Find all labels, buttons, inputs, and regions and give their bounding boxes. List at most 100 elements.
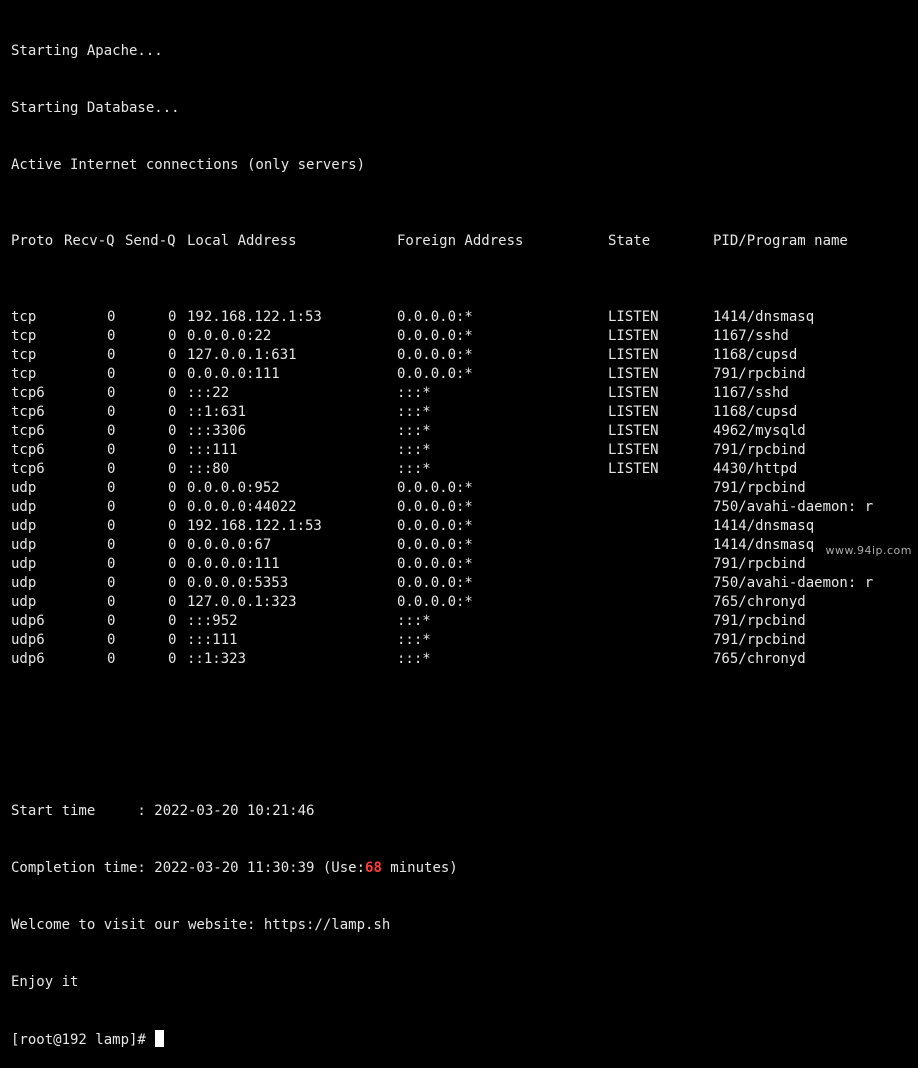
cell-pid-program: 4962/mysqld: [713, 423, 806, 439]
cell-local-address: 0.0.0.0:952: [187, 480, 280, 496]
cell-pid-program: 791/rpcbind: [713, 480, 806, 496]
cell-pid-program: 1414/dnsmasq: [713, 537, 815, 553]
table-row: tcp6 0 0:::3306:::* LISTEN 4962/mysqld: [11, 422, 911, 441]
cell-proto: udp: [11, 556, 37, 572]
cell-send-q: 0: [168, 518, 177, 534]
cell-proto: udp: [11, 499, 37, 515]
cell-local-address: 0.0.0.0:111: [187, 556, 280, 572]
cell-send-q: 0: [168, 328, 177, 344]
cell-foreign-address: :::*: [397, 632, 431, 648]
cell-pid-program: 1167/sshd: [713, 328, 789, 344]
completion-time-line: Completion time: 2022-03-20 11:30:39 (Us…: [11, 859, 911, 878]
table-row: udp 0 0 0.0.0.0:67 0.0.0.0:* 1414/dnsmasq: [11, 536, 911, 555]
cell-foreign-address: :::*: [397, 385, 431, 401]
cell-proto: udp: [11, 594, 37, 610]
cell-recv-q: 0: [107, 575, 116, 591]
cell-local-address: :::3306: [187, 423, 247, 439]
cell-send-q: 0: [168, 385, 177, 401]
cell-local-address: 0.0.0.0:111: [187, 366, 280, 382]
cell-pid-program: 791/rpcbind: [713, 556, 806, 572]
cell-pid-program: 765/chronyd: [713, 594, 806, 610]
cell-send-q: 0: [168, 366, 177, 382]
header-pid-program: PID/Program name: [713, 233, 848, 249]
cell-pid-program: 750/avahi-daemon: r: [713, 575, 874, 591]
cell-proto: tcp: [11, 309, 37, 325]
cell-pid-program: 1167/sshd: [713, 385, 789, 401]
cell-state: LISTEN: [608, 442, 659, 458]
table-row: tcp6 0 0:::111:::* LISTEN 791/rpcbind: [11, 441, 911, 460]
cell-send-q: 0: [168, 404, 177, 420]
header-state: State: [608, 233, 651, 249]
cell-recv-q: 0: [107, 632, 116, 648]
table-row: tcp 0 0 192.168.122.1:53 0.0.0.0:* LISTEN 1414…: [11, 308, 911, 327]
cell-recv-q: 0: [107, 366, 116, 382]
netstat-header-row: Proto Recv-Q Send-Q Local Address Foreig…: [11, 232, 911, 251]
cell-local-address: :::952: [187, 613, 238, 629]
terminal-output[interactable]: Starting Apache... Starting Database... …: [11, 4, 911, 1068]
cell-foreign-address: 0.0.0.0:*: [397, 518, 473, 534]
cell-proto: tcp6: [11, 442, 45, 458]
cell-recv-q: 0: [107, 442, 116, 458]
cell-send-q: 0: [168, 537, 177, 553]
cell-send-q: 0: [168, 423, 177, 439]
table-row: udp6 0 0::1:323:::* 765/chronyd: [11, 650, 911, 669]
cell-local-address: :::111: [187, 442, 238, 458]
cell-recv-q: 0: [107, 518, 116, 534]
cell-recv-q: 0: [107, 328, 116, 344]
cell-send-q: 0: [168, 461, 177, 477]
table-row: udp 0 0 0.0.0.0:5353 0.0.0.0:* 750/avahi-daem…: [11, 574, 911, 593]
cell-send-q: 0: [168, 613, 177, 629]
cell-foreign-address: :::*: [397, 651, 431, 667]
table-row: tcp6 0 0:::80:::* LISTEN 4430/httpd: [11, 460, 911, 479]
cell-foreign-address: 0.0.0.0:*: [397, 537, 473, 553]
cell-proto: udp: [11, 537, 37, 553]
cell-state: LISTEN: [608, 347, 659, 363]
cell-pid-program: 750/avahi-daemon: r: [713, 499, 874, 515]
cell-local-address: 192.168.122.1:53: [187, 518, 322, 534]
cell-recv-q: 0: [107, 556, 116, 572]
shell-prompt: [root@192 lamp]#: [11, 1032, 155, 1048]
table-row: tcp6 0 0::1:631:::* LISTEN 1168/cupsd: [11, 403, 911, 422]
cell-foreign-address: :::*: [397, 404, 431, 420]
shell-prompt-line[interactable]: [root@192 lamp]#: [11, 1030, 911, 1049]
cell-local-address: 0.0.0.0:22: [187, 328, 272, 344]
cell-send-q: 0: [168, 499, 177, 515]
table-row: udp 0 0 0.0.0.0:952 0.0.0.0:* 791/rpcbind: [11, 479, 911, 498]
cell-send-q: 0: [168, 556, 177, 572]
cell-proto: tcp: [11, 366, 37, 382]
cell-local-address: :::22: [187, 385, 230, 401]
watermark: www.94ip.com: [825, 544, 912, 557]
cell-pid-program: 791/rpcbind: [713, 442, 806, 458]
cell-pid-program: 1414/dnsmasq: [713, 309, 815, 325]
text-cursor[interactable]: [155, 1030, 165, 1047]
cell-proto: udp: [11, 480, 37, 496]
cell-pid-program: 791/rpcbind: [713, 613, 806, 629]
cell-pid-program: 1414/dnsmasq: [713, 518, 815, 534]
cell-foreign-address: 0.0.0.0:*: [397, 480, 473, 496]
output-line-starting-apache: Starting Apache...: [11, 43, 163, 59]
cell-proto: tcp6: [11, 385, 45, 401]
cell-foreign-address: 0.0.0.0:*: [397, 347, 473, 363]
cell-local-address: 127.0.0.1:323: [187, 594, 297, 610]
header-send-q: Send-Q: [125, 233, 176, 249]
cell-local-address: 127.0.0.1:631: [187, 347, 297, 363]
cell-send-q: 0: [168, 309, 177, 325]
cell-state: LISTEN: [608, 404, 659, 420]
cell-local-address: 0.0.0.0:67: [187, 537, 272, 553]
table-row: tcp 0 0 0.0.0.0:22 0.0.0.0:* LISTEN 1167/sshd: [11, 327, 911, 346]
cell-pid-program: 765/chronyd: [713, 651, 806, 667]
cell-recv-q: 0: [107, 423, 116, 439]
table-row: tcp6 0 0:::22:::* LISTEN 1167/sshd: [11, 384, 911, 403]
cell-state: LISTEN: [608, 366, 659, 382]
table-row: udp 0 0 0.0.0.0:44022 0.0.0.0:* 750/avahi-dae…: [11, 498, 911, 517]
cell-send-q: 0: [168, 480, 177, 496]
cell-local-address: 192.168.122.1:53: [187, 309, 322, 325]
cell-state: LISTEN: [608, 309, 659, 325]
cell-foreign-address: 0.0.0.0:*: [397, 556, 473, 572]
cell-pid-program: 791/rpcbind: [713, 632, 806, 648]
enjoy-line: Enjoy it: [11, 974, 79, 990]
cell-pid-program: 1168/cupsd: [713, 404, 798, 420]
completion-suffix: minutes): [381, 860, 458, 876]
table-row: tcp 0 0 127.0.0.1:631 0.0.0.0:* LISTEN 1168/cu…: [11, 346, 911, 365]
cell-recv-q: 0: [107, 499, 116, 515]
